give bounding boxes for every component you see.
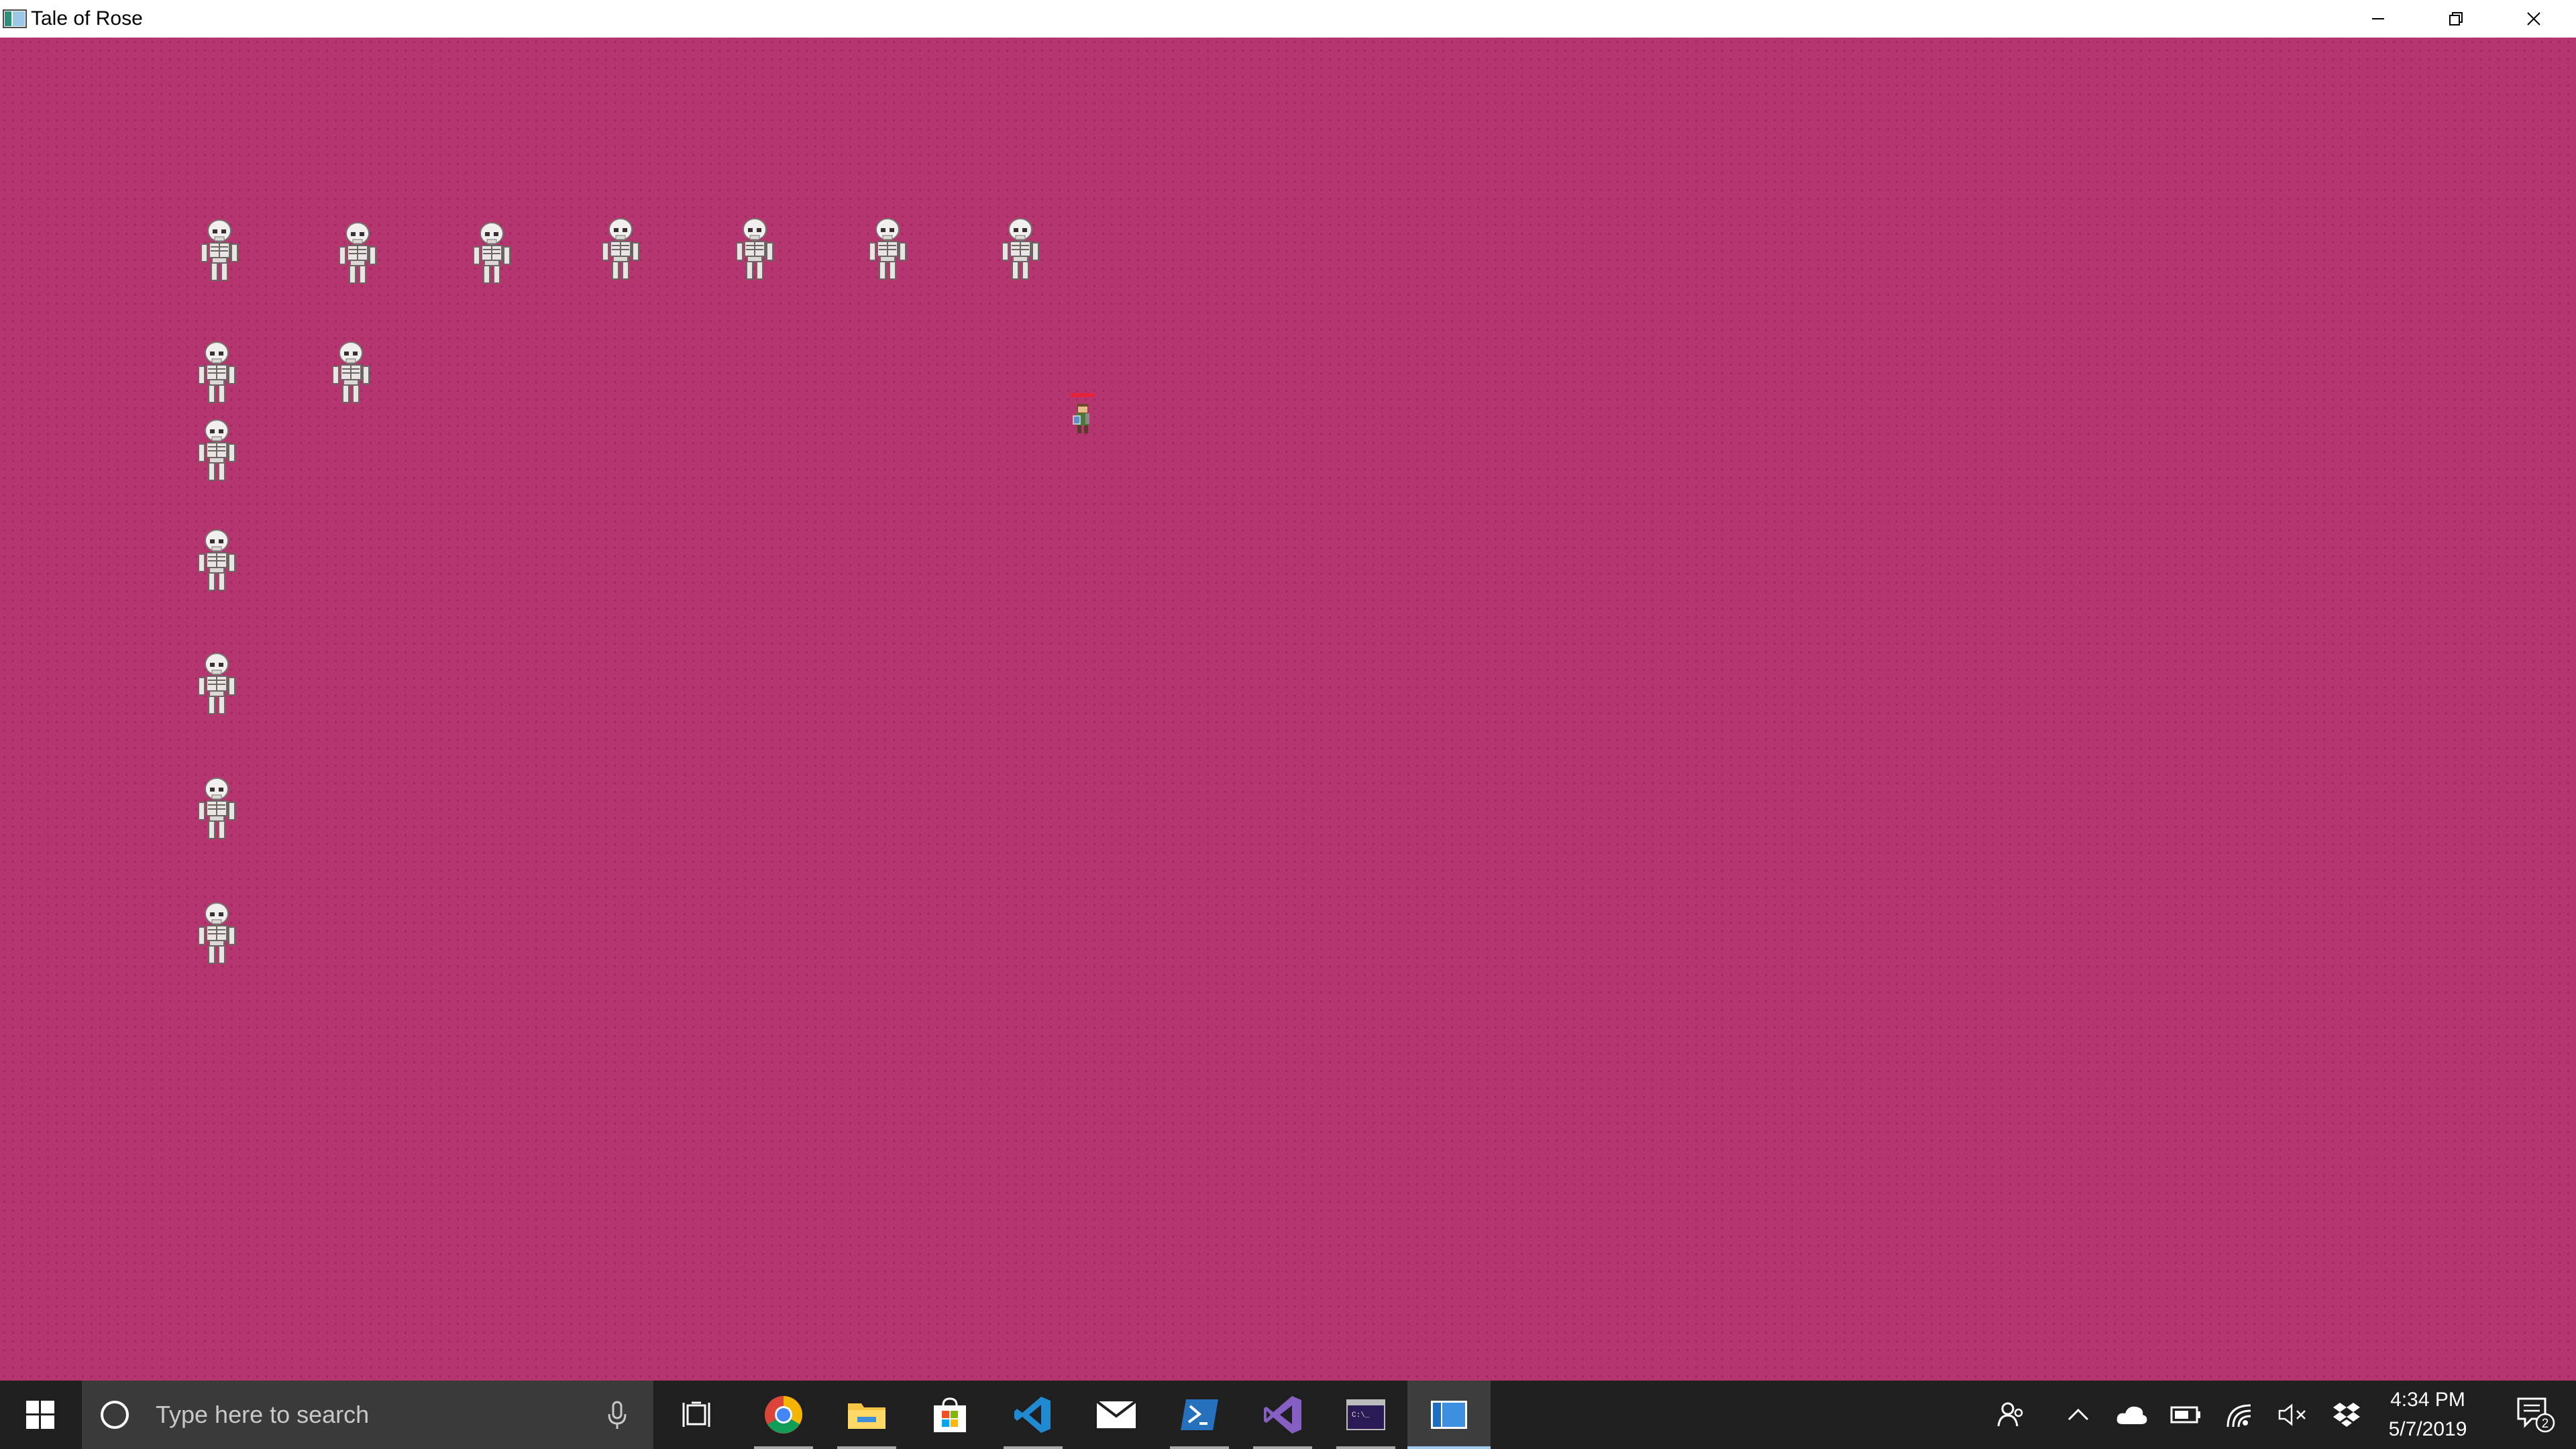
people-icon (1997, 1402, 2023, 1427)
wifi-icon (2226, 1404, 2251, 1428)
microphone-icon[interactable] (604, 1401, 631, 1430)
game-canvas[interactable] (0, 38, 2576, 1381)
skeleton-sprite-icon (198, 419, 235, 481)
cortana-icon (101, 1401, 129, 1429)
skeleton-sprite-icon (201, 219, 238, 281)
skeleton-enemy (996, 216, 1045, 283)
taskbar-app-chrome[interactable] (742, 1381, 825, 1449)
chrome-icon (765, 1396, 802, 1434)
window-title: Tale of Rose (31, 7, 143, 30)
restore-icon (2449, 12, 2463, 25)
taskbar-app-visual-studio[interactable] (1241, 1381, 1324, 1449)
search-box[interactable]: Type here to search (82, 1381, 653, 1449)
search-placeholder: Type here to search (156, 1401, 370, 1428)
taskbar-app-powershell[interactable] (1158, 1381, 1241, 1449)
clock-time: 4:34 PM (2390, 1389, 2465, 1411)
skeleton-sprite-icon (473, 222, 511, 284)
skeleton-enemy (730, 216, 780, 283)
task-view-button[interactable] (656, 1381, 739, 1449)
skeleton-sprite-icon (339, 222, 376, 284)
mail-icon (1095, 1400, 1137, 1428)
battery-icon (2170, 1406, 2200, 1424)
skeleton-enemy (333, 220, 382, 287)
system-clock[interactable]: 4:34 PM 5/7/2019 (2379, 1381, 2477, 1449)
notifications-icon: 2 (2517, 1397, 2555, 1433)
game-window-icon (1431, 1401, 1467, 1429)
folder-icon (848, 1403, 885, 1429)
taskbar-app-mail[interactable] (1075, 1381, 1158, 1449)
taskbar: Type here to search C:\_ 4:34 PM 5/7/201… (0, 1381, 2576, 1449)
people-button[interactable] (1984, 1381, 2038, 1449)
player-health-bar (1071, 393, 1095, 397)
windows-logo-icon (26, 1401, 54, 1429)
running-indicator (837, 1446, 896, 1449)
network-button[interactable] (2212, 1381, 2266, 1449)
skeleton-sprite-icon (332, 341, 370, 403)
skeleton-sprite-icon (198, 902, 235, 964)
app-window-icon (3, 9, 27, 28)
skeleton-sprite-icon (602, 218, 639, 280)
volume-muted-icon (2278, 1403, 2306, 1426)
vscode-icon (1014, 1397, 1051, 1433)
store-bag-icon (934, 1397, 966, 1432)
skeleton-enemy (863, 216, 912, 283)
skeleton-enemy (192, 900, 241, 967)
skeleton-sprite-icon (198, 529, 235, 591)
close-icon (2527, 12, 2540, 25)
dropbox-button[interactable] (2320, 1381, 2373, 1449)
skeleton-enemy (192, 417, 241, 484)
minimize-button[interactable] (2340, 0, 2416, 38)
running-indicator (1336, 1446, 1395, 1449)
svg-text:C:\_: C:\_ (1352, 1411, 1370, 1419)
restore-button[interactable] (2418, 0, 2494, 38)
running-indicator (1170, 1446, 1229, 1449)
player-character (1068, 393, 1097, 437)
taskbar-app-file-explorer[interactable] (825, 1381, 908, 1449)
skeleton-sprite-icon (198, 653, 235, 714)
dropbox-icon (2333, 1403, 2360, 1427)
terminal-icon: C:\_ (1346, 1399, 1385, 1430)
onedrive-icon (2116, 1406, 2147, 1424)
skeleton-enemy (192, 527, 241, 594)
skeleton-sprite-icon (198, 777, 235, 839)
volume-button[interactable] (2266, 1381, 2320, 1449)
action-center-button[interactable]: 2 (2496, 1381, 2576, 1449)
running-indicator (754, 1446, 813, 1449)
onedrive-button[interactable] (2105, 1381, 2159, 1449)
skeleton-sprite-icon (736, 218, 773, 280)
active-indicator (1407, 1446, 1491, 1449)
taskbar-app-store[interactable] (908, 1381, 991, 1449)
skeleton-sprite-icon (869, 218, 906, 280)
skeleton-sprite-icon (198, 341, 235, 403)
minimize-icon (2372, 18, 2384, 19)
skeleton-enemy (192, 775, 241, 843)
running-indicator (1004, 1446, 1063, 1449)
skeleton-enemy (326, 339, 376, 407)
taskbar-app-vscode[interactable] (991, 1381, 1075, 1449)
close-button[interactable] (2496, 0, 2572, 38)
window-title-bar[interactable]: Tale of Rose (0, 0, 2576, 38)
clock-date: 5/7/2019 (2388, 1418, 2467, 1440)
skeleton-enemy (596, 216, 645, 283)
powershell-icon (1181, 1399, 1218, 1430)
skeleton-sprite-icon (1002, 218, 1039, 280)
notification-count: 2 (2542, 1417, 2549, 1431)
skeleton-enemy (195, 217, 244, 284)
visual-studio-icon (1264, 1396, 1301, 1434)
battery-button[interactable] (2159, 1381, 2212, 1449)
taskbar-app-terminal[interactable]: C:\_ (1324, 1381, 1407, 1449)
task-view-icon (682, 1401, 710, 1427)
running-indicator (1253, 1446, 1312, 1449)
skeleton-enemy (192, 651, 241, 718)
skeleton-enemy (467, 220, 517, 287)
taskbar-app-tale-of-rose[interactable] (1407, 1381, 1491, 1449)
show-hidden-icons-button[interactable] (2051, 1381, 2105, 1449)
skeleton-enemy (192, 339, 241, 407)
start-button[interactable] (0, 1381, 80, 1449)
chevron-up-icon (2068, 1408, 2089, 1421)
